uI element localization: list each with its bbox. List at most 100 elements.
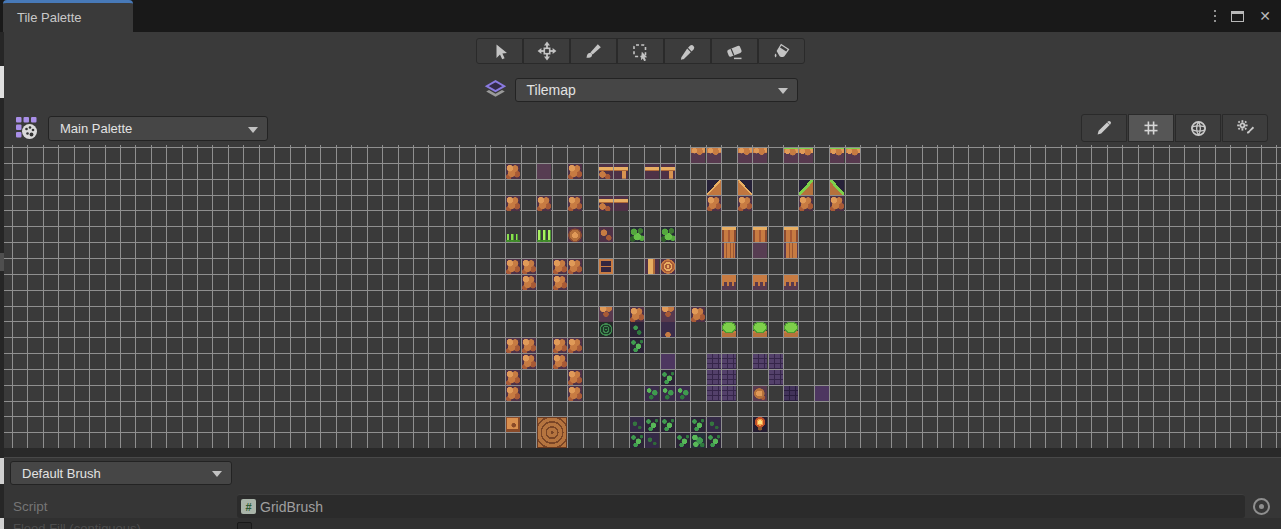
tile-rock[interactable] [537,196,551,211]
tile-vine[interactable] [630,338,644,353]
tile-moss[interactable] [645,386,659,401]
tile-rock[interactable] [568,386,582,401]
tile-vine[interactable] [630,433,644,448]
tile-gtg[interactable] [846,148,860,163]
tile-rockhang[interactable] [599,307,613,322]
tile-grass2[interactable] [537,227,551,242]
tilemap-dropdown[interactable]: Tilemap [515,78,798,102]
tile-pbrick[interactable] [707,354,721,369]
tile-rock[interactable] [553,354,567,369]
brush-settings-button[interactable] [1222,114,1268,142]
maximize-icon[interactable] [1231,11,1244,22]
tile-rock[interactable] [506,164,520,179]
tile-moss[interactable] [676,386,690,401]
tile-pbrick[interactable] [769,354,783,369]
tile-pbrick[interactable] [722,386,736,401]
flood-fill-checkbox[interactable] [237,522,252,529]
tile-arch[interactable] [784,275,798,290]
box-fill-tool-button[interactable] [617,38,664,64]
tile-rock[interactable] [799,196,813,211]
script-object-field[interactable]: # GridBrush [237,494,1245,518]
tile-swirl[interactable] [599,322,613,337]
tile-rock[interactable] [630,307,644,322]
tile-logv[interactable] [645,259,659,274]
tile-pbrick[interactable] [753,354,767,369]
tile-boulder[interactable] [568,227,582,242]
tile-torch[interactable] [753,417,767,432]
select-tool-button[interactable] [476,38,523,64]
tile-rock[interactable] [553,338,567,353]
tile-rock[interactable] [506,370,520,385]
tile-vine[interactable] [707,433,721,448]
tile-vined[interactable] [645,433,659,448]
tile-pplain[interactable] [753,243,767,258]
paintbrush-tool-button[interactable] [570,38,617,64]
object-picker-icon[interactable] [1253,498,1270,515]
tile-rock[interactable] [830,196,844,211]
tile-rock[interactable] [691,307,705,322]
tile-pbrick[interactable] [722,370,736,385]
tile-psolid[interactable] [815,386,829,401]
tile-pbrick[interactable] [707,370,721,385]
tile-rock[interactable] [568,338,582,353]
tile-logrock[interactable] [599,164,613,179]
tile-coltop[interactable] [722,227,736,242]
tile-psolid[interactable] [661,354,675,369]
tile-moss[interactable] [661,386,675,401]
edit-palette-button[interactable] [1081,114,1127,142]
tile-slope_b[interactable] [738,180,752,195]
tile-rock[interactable] [568,259,582,274]
tile-leaves[interactable] [661,227,675,242]
tile-coltop[interactable] [753,227,767,242]
tile-dome[interactable] [722,322,736,337]
tile-rock[interactable] [506,259,520,274]
tile-gslope_b[interactable] [830,180,844,195]
tab-tile-palette[interactable]: Tile Palette [3,0,133,32]
tile-grass1[interactable] [506,227,520,242]
tile-vine[interactable] [661,417,675,432]
tile-vine[interactable] [645,417,659,432]
tile-rockhang[interactable] [661,307,675,322]
tile-arch[interactable] [753,275,767,290]
tile-gtg[interactable] [784,148,798,163]
tile-vined[interactable] [707,417,721,432]
tile-spiralbig[interactable] [537,417,567,448]
brush-dropdown[interactable]: Default Brush [10,461,232,485]
tile-spiralsm[interactable] [506,417,520,432]
tile-rock[interactable] [522,338,536,353]
gizmos-button[interactable] [1175,114,1221,142]
tile-vinesm[interactable] [630,322,644,337]
tile-rock[interactable] [568,196,582,211]
tile-vine[interactable] [676,433,690,448]
tile-darkbot[interactable] [661,322,675,337]
tile-rock[interactable] [522,259,536,274]
tile-gslope_a[interactable] [799,180,813,195]
tile-log[interactable] [645,164,659,179]
tile-logcorner[interactable] [614,164,628,179]
tile-vine[interactable] [661,370,675,385]
tile-slope_a[interactable] [707,180,721,195]
tile-stump[interactable] [661,259,675,274]
tile-rock[interactable] [506,386,520,401]
tile-pbrickd[interactable] [784,386,798,401]
tile-pbrick[interactable] [707,386,721,401]
tile-coltop[interactable] [784,227,798,242]
tile-rock[interactable] [522,354,536,369]
tile-dome[interactable] [753,322,767,337]
tile-rock[interactable] [522,275,536,290]
tile-pbrick[interactable] [769,370,783,385]
tile-rockor[interactable] [753,386,767,401]
palette-dropdown[interactable]: Main Palette [48,116,268,141]
tile-vinedense[interactable] [691,433,705,448]
tile-rocksm[interactable] [599,227,613,242]
tile-arch[interactable] [722,275,736,290]
tile-rock[interactable] [506,338,520,353]
tile-vined[interactable] [630,417,644,432]
tile-logrock[interactable] [599,196,613,211]
tile-gt[interactable] [691,148,705,163]
close-icon[interactable]: ✕ [1259,9,1271,23]
eraser-tool-button[interactable] [711,38,758,64]
tile-rock[interactable] [506,196,520,211]
tile-colmid[interactable] [722,243,736,258]
tile-pplain[interactable] [537,164,551,179]
